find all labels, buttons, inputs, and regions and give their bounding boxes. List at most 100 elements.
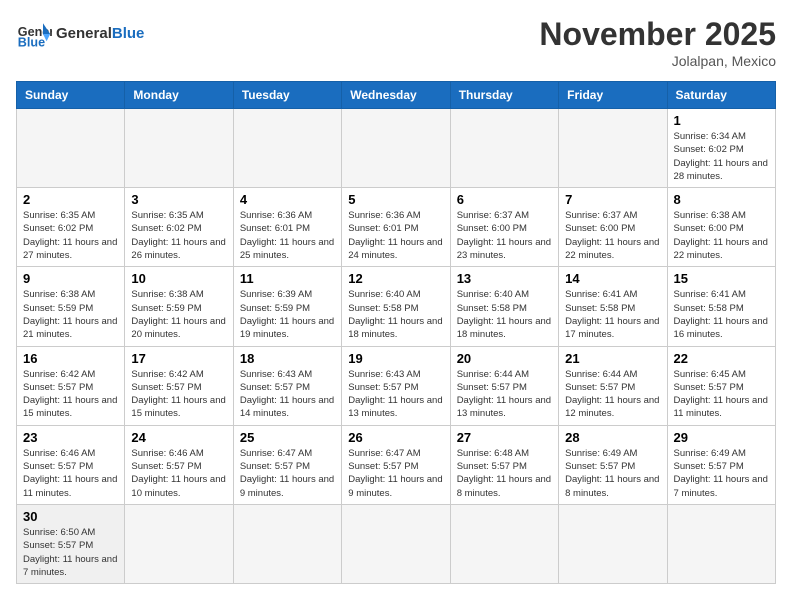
day-number: 27 bbox=[457, 430, 552, 445]
location: Jolalpan, Mexico bbox=[539, 53, 776, 69]
calendar-cell bbox=[450, 109, 558, 188]
day-number: 30 bbox=[23, 509, 118, 524]
page-header: General Blue GeneralBlue November 2025 J… bbox=[16, 16, 776, 69]
calendar-cell: 25Sunrise: 6:47 AM Sunset: 5:57 PM Dayli… bbox=[233, 425, 341, 504]
calendar-cell bbox=[667, 504, 775, 583]
calendar-cell: 8 Sunrise: 6:38 AM Sunset: 6:00 PM Daylig… bbox=[667, 188, 775, 267]
day-number: 19 bbox=[348, 351, 443, 366]
calendar-cell: 16Sunrise: 6:42 AM Sunset: 5:57 PM Dayli… bbox=[17, 346, 125, 425]
day-number: 10 bbox=[131, 271, 226, 286]
day-info: Sunrise: 6:49 AM Sunset: 5:57 PM Dayligh… bbox=[565, 447, 660, 500]
calendar-cell: 28 Sunrise: 6:49 AM Sunset: 5:57 PM Dayli… bbox=[559, 425, 667, 504]
day-number: 6 bbox=[457, 192, 552, 207]
day-info: Sunrise: 6:49 AM Sunset: 5:57 PM Dayligh… bbox=[674, 447, 769, 500]
day-number: 15 bbox=[674, 271, 769, 286]
calendar-cell: 20Sunrise: 6:44 AM Sunset: 5:57 PM Dayli… bbox=[450, 346, 558, 425]
day-number: 14 bbox=[565, 271, 660, 286]
day-info: Sunrise: 6:36 AM Sunset: 6:01 PM Dayligh… bbox=[240, 209, 335, 262]
calendar-cell: 12 Sunrise: 6:40 AM Sunset: 5:58 PM Dayli… bbox=[342, 267, 450, 346]
calendar-cell: 17Sunrise: 6:42 AM Sunset: 5:57 PM Dayli… bbox=[125, 346, 233, 425]
day-of-week-friday: Friday bbox=[559, 82, 667, 109]
day-number: 2 bbox=[23, 192, 118, 207]
day-info: Sunrise: 6:36 AM Sunset: 6:01 PM Dayligh… bbox=[348, 209, 443, 262]
day-info: Sunrise: 6:42 AM Sunset: 5:57 PM Dayligh… bbox=[131, 368, 226, 421]
day-number: 29 bbox=[674, 430, 769, 445]
calendar-cell: 30 Sunrise: 6:50 AM Sunset: 5:57 PM Dayli… bbox=[17, 504, 125, 583]
day-info: Sunrise: 6:37 AM Sunset: 6:00 PM Dayligh… bbox=[565, 209, 660, 262]
calendar-week-3: 9 Sunrise: 6:38 AM Sunset: 5:59 PM Daylig… bbox=[17, 267, 776, 346]
calendar-cell: 5Sunrise: 6:36 AM Sunset: 6:01 PM Daylig… bbox=[342, 188, 450, 267]
day-number: 12 bbox=[348, 271, 443, 286]
day-info: Sunrise: 6:39 AM Sunset: 5:59 PM Dayligh… bbox=[240, 288, 335, 341]
calendar-cell: 7Sunrise: 6:37 AM Sunset: 6:00 PM Daylig… bbox=[559, 188, 667, 267]
day-number: 8 bbox=[674, 192, 769, 207]
day-info: Sunrise: 6:38 AM Sunset: 5:59 PM Dayligh… bbox=[131, 288, 226, 341]
day-number: 4 bbox=[240, 192, 335, 207]
day-info: Sunrise: 6:41 AM Sunset: 5:58 PM Dayligh… bbox=[565, 288, 660, 341]
calendar-header: SundayMondayTuesdayWednesdayThursdayFrid… bbox=[17, 82, 776, 109]
calendar-cell: 15 Sunrise: 6:41 AM Sunset: 5:58 PM Dayli… bbox=[667, 267, 775, 346]
calendar-cell: 18Sunrise: 6:43 AM Sunset: 5:57 PM Dayli… bbox=[233, 346, 341, 425]
calendar-cell bbox=[233, 109, 341, 188]
day-number: 22 bbox=[674, 351, 769, 366]
calendar-cell: 26Sunrise: 6:47 AM Sunset: 5:57 PM Dayli… bbox=[342, 425, 450, 504]
day-info: Sunrise: 6:38 AM Sunset: 6:00 PM Dayligh… bbox=[674, 209, 769, 262]
day-number: 9 bbox=[23, 271, 118, 286]
calendar-cell: 1 Sunrise: 6:34 AM Sunset: 6:02 PM Daylig… bbox=[667, 109, 775, 188]
calendar-cell: 3Sunrise: 6:35 AM Sunset: 6:02 PM Daylig… bbox=[125, 188, 233, 267]
calendar-cell: 19 Sunrise: 6:43 AM Sunset: 5:57 PM Dayli… bbox=[342, 346, 450, 425]
day-number: 21 bbox=[565, 351, 660, 366]
calendar-cell: 14 Sunrise: 6:41 AM Sunset: 5:58 PM Dayli… bbox=[559, 267, 667, 346]
day-info: Sunrise: 6:50 AM Sunset: 5:57 PM Dayligh… bbox=[23, 526, 118, 579]
day-info: Sunrise: 6:46 AM Sunset: 5:57 PM Dayligh… bbox=[131, 447, 226, 500]
calendar-cell: 27 Sunrise: 6:48 AM Sunset: 5:57 PM Dayli… bbox=[450, 425, 558, 504]
day-info: Sunrise: 6:47 AM Sunset: 5:57 PM Dayligh… bbox=[348, 447, 443, 500]
day-info: Sunrise: 6:41 AM Sunset: 5:58 PM Dayligh… bbox=[674, 288, 769, 341]
calendar-cell bbox=[559, 504, 667, 583]
calendar-week-5: 23 Sunrise: 6:46 AM Sunset: 5:57 PM Dayli… bbox=[17, 425, 776, 504]
day-info: Sunrise: 6:43 AM Sunset: 5:57 PM Dayligh… bbox=[240, 368, 335, 421]
calendar-week-4: 16 Sunrise: 6:42 AM Sunset: 5:57 PM Dayli… bbox=[17, 346, 776, 425]
day-number: 24 bbox=[131, 430, 226, 445]
calendar-cell bbox=[125, 504, 233, 583]
calendar-week-6: 30 Sunrise: 6:50 AM Sunset: 5:57 PM Dayli… bbox=[17, 504, 776, 583]
calendar-cell: 21 Sunrise: 6:44 AM Sunset: 5:57 PM Dayli… bbox=[559, 346, 667, 425]
calendar-cell: 22Sunrise: 6:45 AM Sunset: 5:57 PM Dayli… bbox=[667, 346, 775, 425]
day-info: Sunrise: 6:44 AM Sunset: 5:57 PM Dayligh… bbox=[565, 368, 660, 421]
day-of-week-sunday: Sunday bbox=[17, 82, 125, 109]
calendar: SundayMondayTuesdayWednesdayThursdayFrid… bbox=[16, 81, 776, 584]
day-info: Sunrise: 6:48 AM Sunset: 5:57 PM Dayligh… bbox=[457, 447, 552, 500]
day-info: Sunrise: 6:34 AM Sunset: 6:02 PM Dayligh… bbox=[674, 130, 769, 183]
day-number: 28 bbox=[565, 430, 660, 445]
days-of-week-row: SundayMondayTuesdayWednesdayThursdayFrid… bbox=[17, 82, 776, 109]
day-number: 13 bbox=[457, 271, 552, 286]
day-of-week-wednesday: Wednesday bbox=[342, 82, 450, 109]
calendar-cell: 24 Sunrise: 6:46 AM Sunset: 5:57 PM Dayli… bbox=[125, 425, 233, 504]
calendar-cell bbox=[342, 109, 450, 188]
day-of-week-tuesday: Tuesday bbox=[233, 82, 341, 109]
day-info: Sunrise: 6:44 AM Sunset: 5:57 PM Dayligh… bbox=[457, 368, 552, 421]
calendar-cell bbox=[450, 504, 558, 583]
calendar-cell: 4 Sunrise: 6:36 AM Sunset: 6:01 PM Daylig… bbox=[233, 188, 341, 267]
day-number: 11 bbox=[240, 271, 335, 286]
calendar-cell bbox=[233, 504, 341, 583]
calendar-cell: 10 Sunrise: 6:38 AM Sunset: 5:59 PM Dayli… bbox=[125, 267, 233, 346]
calendar-cell: 11 Sunrise: 6:39 AM Sunset: 5:59 PM Dayli… bbox=[233, 267, 341, 346]
logo: General Blue GeneralBlue bbox=[16, 16, 144, 52]
day-of-week-monday: Monday bbox=[125, 82, 233, 109]
day-number: 23 bbox=[23, 430, 118, 445]
day-number: 1 bbox=[674, 113, 769, 128]
calendar-cell: 23Sunrise: 6:46 AM Sunset: 5:57 PM Dayli… bbox=[17, 425, 125, 504]
calendar-week-2: 2Sunrise: 6:35 AM Sunset: 6:02 PM Daylig… bbox=[17, 188, 776, 267]
day-of-week-saturday: Saturday bbox=[667, 82, 775, 109]
logo-icon: General Blue bbox=[16, 16, 52, 52]
calendar-cell bbox=[125, 109, 233, 188]
day-number: 3 bbox=[131, 192, 226, 207]
calendar-cell bbox=[559, 109, 667, 188]
day-number: 16 bbox=[23, 351, 118, 366]
calendar-body: 1 Sunrise: 6:34 AM Sunset: 6:02 PM Daylig… bbox=[17, 109, 776, 584]
day-of-week-thursday: Thursday bbox=[450, 82, 558, 109]
day-info: Sunrise: 6:43 AM Sunset: 5:57 PM Dayligh… bbox=[348, 368, 443, 421]
day-info: Sunrise: 6:40 AM Sunset: 5:58 PM Dayligh… bbox=[348, 288, 443, 341]
title-block: November 2025 Jolalpan, Mexico bbox=[539, 16, 776, 69]
